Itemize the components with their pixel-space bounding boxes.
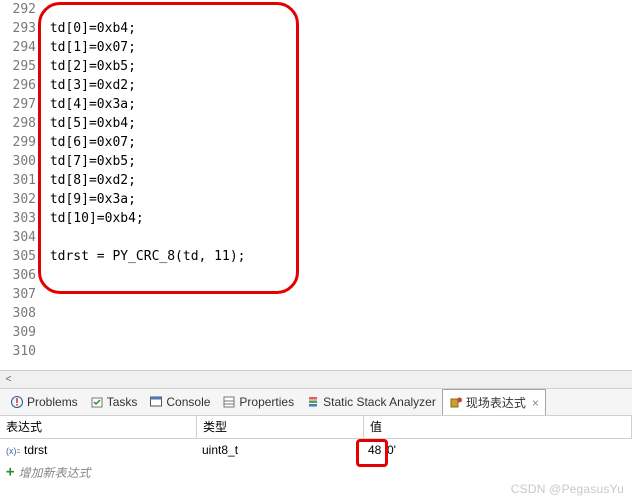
line-number: 309 bbox=[0, 323, 36, 342]
problems-icon bbox=[10, 395, 24, 409]
column-header-type[interactable]: 类型 bbox=[197, 416, 364, 438]
line-number: 304 bbox=[0, 228, 36, 247]
code-line[interactable]: td[7]=0xb5; bbox=[42, 152, 632, 171]
svg-text:(x)=: (x)= bbox=[6, 446, 20, 456]
code-line[interactable] bbox=[42, 285, 632, 304]
scroll-track[interactable] bbox=[17, 371, 632, 388]
column-header-name[interactable]: 表达式 bbox=[0, 416, 197, 438]
tab-tasks-label: Tasks bbox=[107, 395, 138, 409]
code-line[interactable]: td[0]=0xb4; bbox=[42, 19, 632, 38]
expression-type-cell: uint8_t bbox=[196, 443, 362, 457]
tab-static-stack-label: Static Stack Analyzer bbox=[323, 395, 436, 409]
line-number: 308 bbox=[0, 304, 36, 323]
variable-icon: (x)= bbox=[6, 444, 20, 456]
tab-problems[interactable]: Problems bbox=[4, 389, 84, 415]
code-line[interactable] bbox=[42, 228, 632, 247]
console-icon bbox=[149, 395, 163, 409]
tab-live-expressions[interactable]: 现场表达式 × bbox=[442, 389, 546, 417]
code-line[interactable] bbox=[42, 304, 632, 323]
code-line[interactable]: td[3]=0xd2; bbox=[42, 76, 632, 95]
code-line[interactable] bbox=[42, 342, 632, 361]
add-expression-label: 增加新表达式 bbox=[18, 464, 90, 481]
editor-horizontal-scrollbar[interactable]: < bbox=[0, 370, 632, 388]
stack-icon bbox=[306, 395, 320, 409]
code-line[interactable]: td[5]=0xb4; bbox=[42, 114, 632, 133]
line-number: 310 bbox=[0, 342, 36, 361]
code-editor[interactable]: 2922932942952962972982993003013023033043… bbox=[0, 0, 632, 370]
expressions-panel: (x)= tdrst uint8_t 48 '0' + 增加新表达式 bbox=[0, 439, 632, 483]
tab-console[interactable]: Console bbox=[143, 389, 216, 415]
code-area[interactable]: td[0]=0xb4; td[1]=0x07; td[2]=0xb5; td[3… bbox=[42, 0, 632, 370]
code-line[interactable] bbox=[42, 0, 632, 19]
line-number: 301 bbox=[0, 171, 36, 190]
tab-properties[interactable]: Properties bbox=[216, 389, 300, 415]
line-number: 297 bbox=[0, 95, 36, 114]
expression-row[interactable]: (x)= tdrst uint8_t 48 '0' bbox=[0, 439, 632, 461]
line-number: 294 bbox=[0, 38, 36, 57]
line-number: 292 bbox=[0, 0, 36, 19]
line-number: 305 bbox=[0, 247, 36, 266]
line-number: 293 bbox=[0, 19, 36, 38]
tab-problems-label: Problems bbox=[27, 395, 78, 409]
properties-icon bbox=[222, 395, 236, 409]
line-number: 300 bbox=[0, 152, 36, 171]
code-line[interactable]: td[9]=0x3a; bbox=[42, 190, 632, 209]
plus-icon: + bbox=[6, 464, 14, 480]
code-line[interactable]: td[8]=0xd2; bbox=[42, 171, 632, 190]
line-number: 307 bbox=[0, 285, 36, 304]
code-line[interactable]: td[6]=0x07; bbox=[42, 133, 632, 152]
line-number: 295 bbox=[0, 57, 36, 76]
line-number: 303 bbox=[0, 209, 36, 228]
code-line[interactable]: tdrst = PY_CRC_8(td, 11); bbox=[42, 247, 632, 266]
tab-live-expressions-label: 现场表达式 bbox=[466, 394, 526, 411]
line-number: 306 bbox=[0, 266, 36, 285]
tab-static-stack[interactable]: Static Stack Analyzer bbox=[300, 389, 442, 415]
tab-properties-label: Properties bbox=[239, 395, 294, 409]
expressions-header: 表达式 类型 值 bbox=[0, 416, 632, 439]
bottom-tabbar: Problems Tasks Console Properties Static… bbox=[0, 388, 632, 416]
line-gutter: 2922932942952962972982993003013023033043… bbox=[0, 0, 42, 370]
line-number: 302 bbox=[0, 190, 36, 209]
code-line[interactable]: td[4]=0x3a; bbox=[42, 95, 632, 114]
scroll-left-button[interactable]: < bbox=[0, 371, 17, 388]
code-line[interactable]: td[10]=0xb4; bbox=[42, 209, 632, 228]
line-number: 299 bbox=[0, 133, 36, 152]
column-header-value[interactable]: 值 bbox=[364, 416, 632, 438]
code-line[interactable] bbox=[42, 266, 632, 285]
expression-name-cell[interactable]: (x)= tdrst bbox=[0, 443, 196, 457]
close-icon[interactable]: × bbox=[532, 396, 539, 410]
code-line[interactable]: td[1]=0x07; bbox=[42, 38, 632, 57]
watermark: CSDN @PegasusYu bbox=[511, 482, 624, 496]
live-expr-icon bbox=[449, 396, 463, 410]
code-line[interactable] bbox=[42, 323, 632, 342]
tab-console-label: Console bbox=[166, 395, 210, 409]
expression-value-cell: 48 '0' bbox=[362, 443, 632, 457]
add-expression-row[interactable]: + 增加新表达式 bbox=[0, 461, 632, 483]
expression-name-text: tdrst bbox=[24, 443, 47, 457]
line-number: 298 bbox=[0, 114, 36, 133]
code-line[interactable]: td[2]=0xb5; bbox=[42, 57, 632, 76]
tasks-icon bbox=[90, 395, 104, 409]
line-number: 296 bbox=[0, 76, 36, 95]
tab-tasks[interactable]: Tasks bbox=[84, 389, 144, 415]
